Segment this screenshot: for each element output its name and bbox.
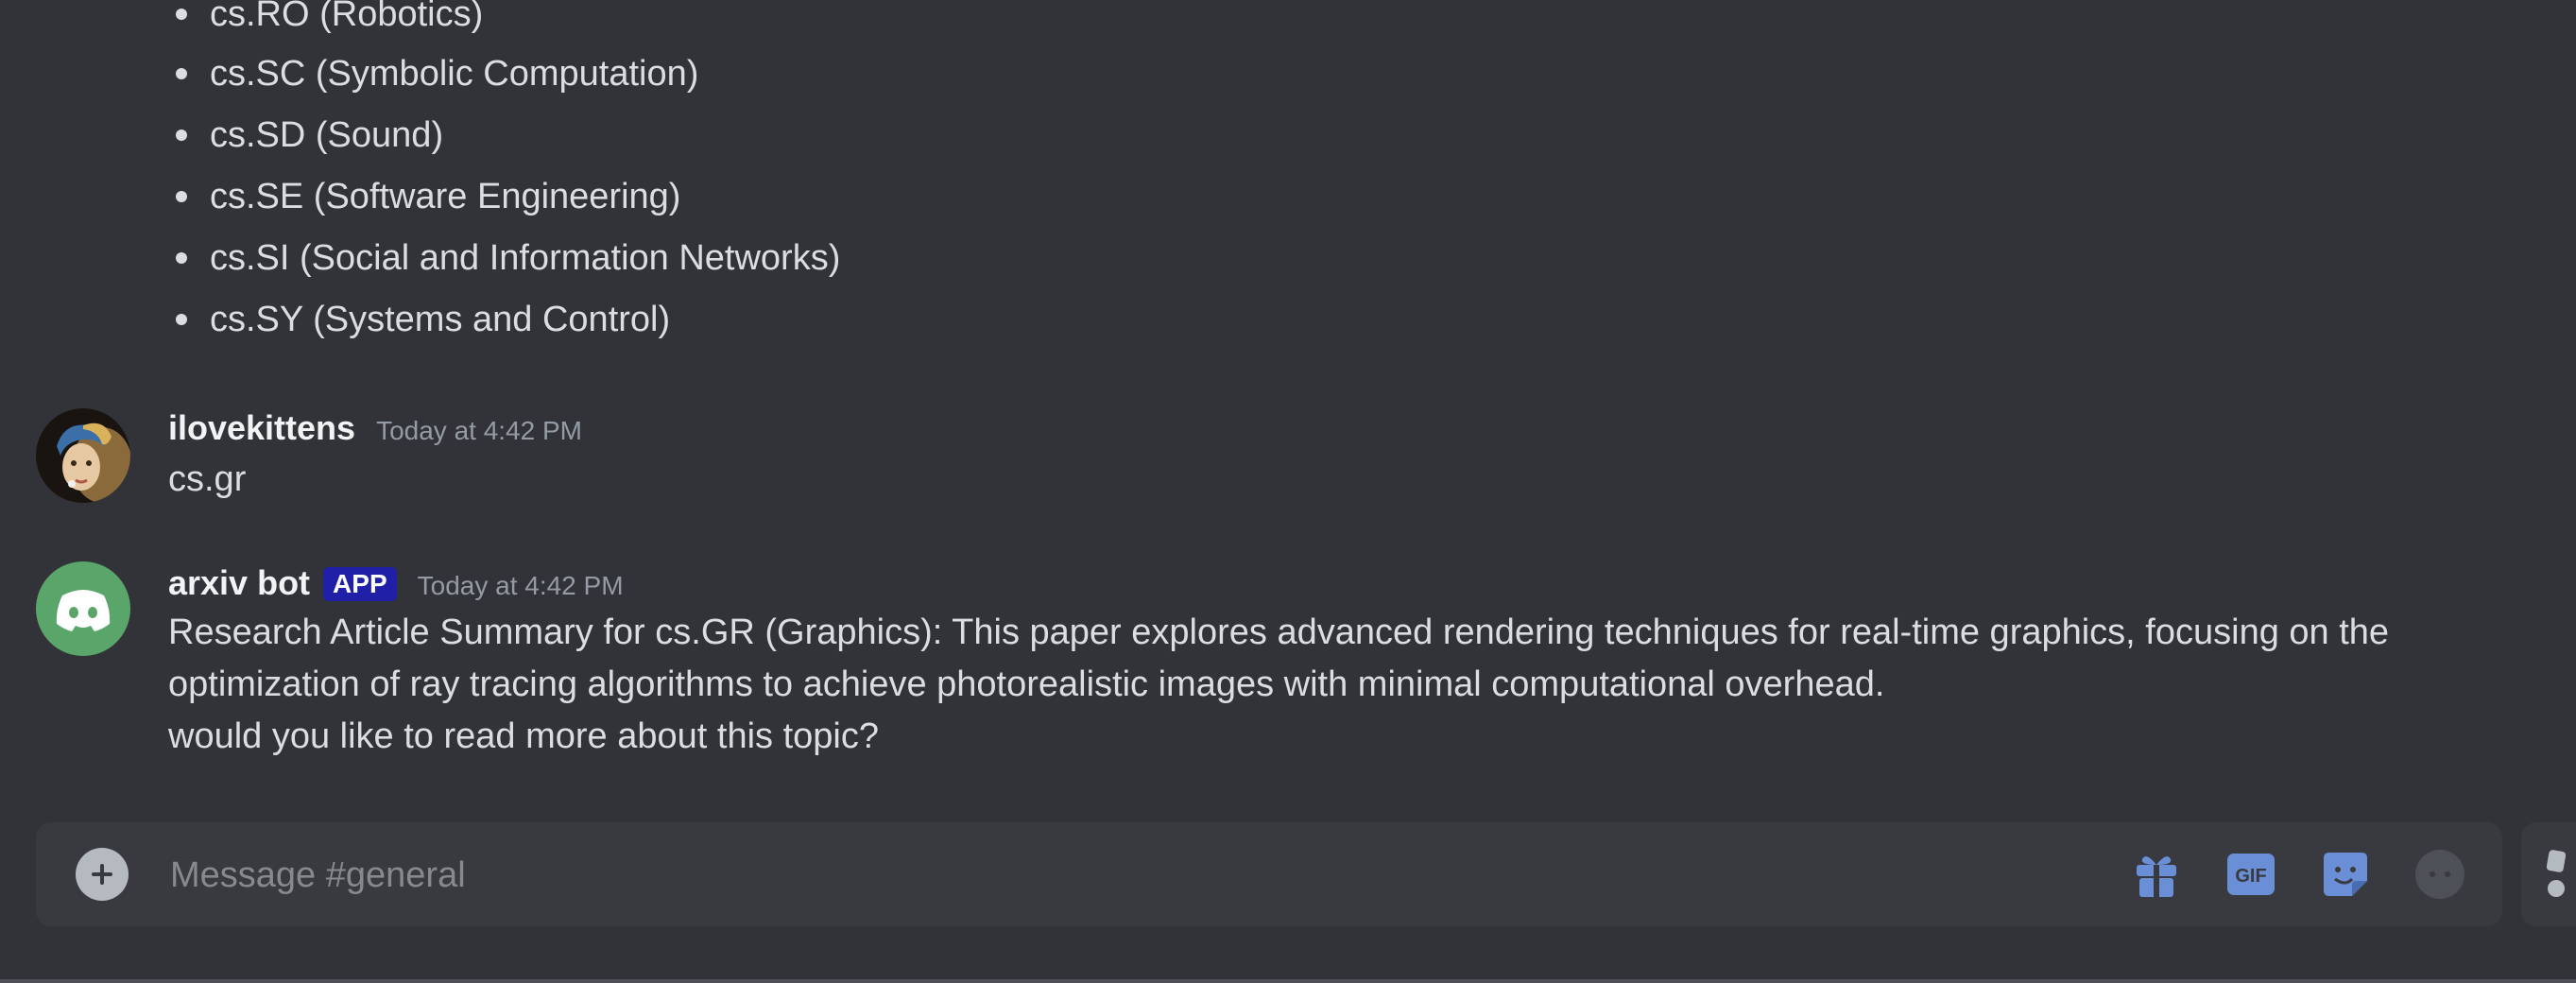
add-attachment-icon[interactable] bbox=[76, 848, 129, 901]
gif-icon[interactable]: GIF bbox=[2224, 848, 2277, 901]
list-item: cs.SY (Systems and Control) bbox=[176, 291, 670, 348]
list-item: cs.RO (Robotics) bbox=[176, 0, 483, 43]
bullet-icon bbox=[176, 252, 187, 264]
list-item: cs.SD (Sound) bbox=[176, 107, 443, 164]
timestamp: Today at 4:42 PM bbox=[376, 416, 582, 445]
list-item: cs.SI (Social and Information Networks) bbox=[176, 230, 840, 286]
bullet-icon bbox=[176, 191, 187, 202]
bullet-icon bbox=[176, 129, 187, 141]
message-header: arxiv bot APP Today at 4:42 PM bbox=[168, 563, 624, 603]
gift-icon[interactable] bbox=[2130, 848, 2183, 901]
divider bbox=[0, 979, 2576, 983]
list-item: cs.SC (Symbolic Computation) bbox=[176, 45, 698, 102]
portrait-avatar-icon[interactable] bbox=[36, 408, 130, 503]
username[interactable]: ilovekittens bbox=[168, 408, 355, 448]
message-text-line: optimization of ray tracing algorithms t… bbox=[168, 664, 1885, 704]
list-item: cs.SE (Software Engineering) bbox=[176, 168, 680, 225]
bullet-icon bbox=[176, 314, 187, 325]
app-badge: APP bbox=[323, 567, 397, 601]
message-text: cs.gr bbox=[168, 459, 247, 499]
emoji-icon[interactable] bbox=[2413, 848, 2466, 901]
username[interactable]: arxiv bot bbox=[168, 563, 310, 603]
sticker-icon[interactable] bbox=[2319, 848, 2372, 901]
discord-logo-icon[interactable] bbox=[36, 561, 130, 656]
message-text-line: Research Article Summary for cs.GR (Grap… bbox=[168, 612, 2390, 652]
app-launcher-panel[interactable] bbox=[2521, 822, 2576, 926]
bullet-icon bbox=[176, 9, 187, 20]
apps-icon[interactable] bbox=[2544, 847, 2576, 904]
timestamp: Today at 4:42 PM bbox=[417, 571, 624, 600]
message-composer: GIF bbox=[36, 822, 2502, 926]
chat-view: cs.RO (Robotics) cs.SC (Symbolic Computa… bbox=[0, 0, 2576, 983]
gif-label: GIF bbox=[2235, 866, 2266, 887]
bullet-icon bbox=[176, 68, 187, 79]
message-input[interactable] bbox=[168, 841, 2062, 909]
message-header: ilovekittens Today at 4:42 PM bbox=[168, 408, 582, 448]
message-text-line: would you like to read more about this t… bbox=[168, 716, 879, 756]
